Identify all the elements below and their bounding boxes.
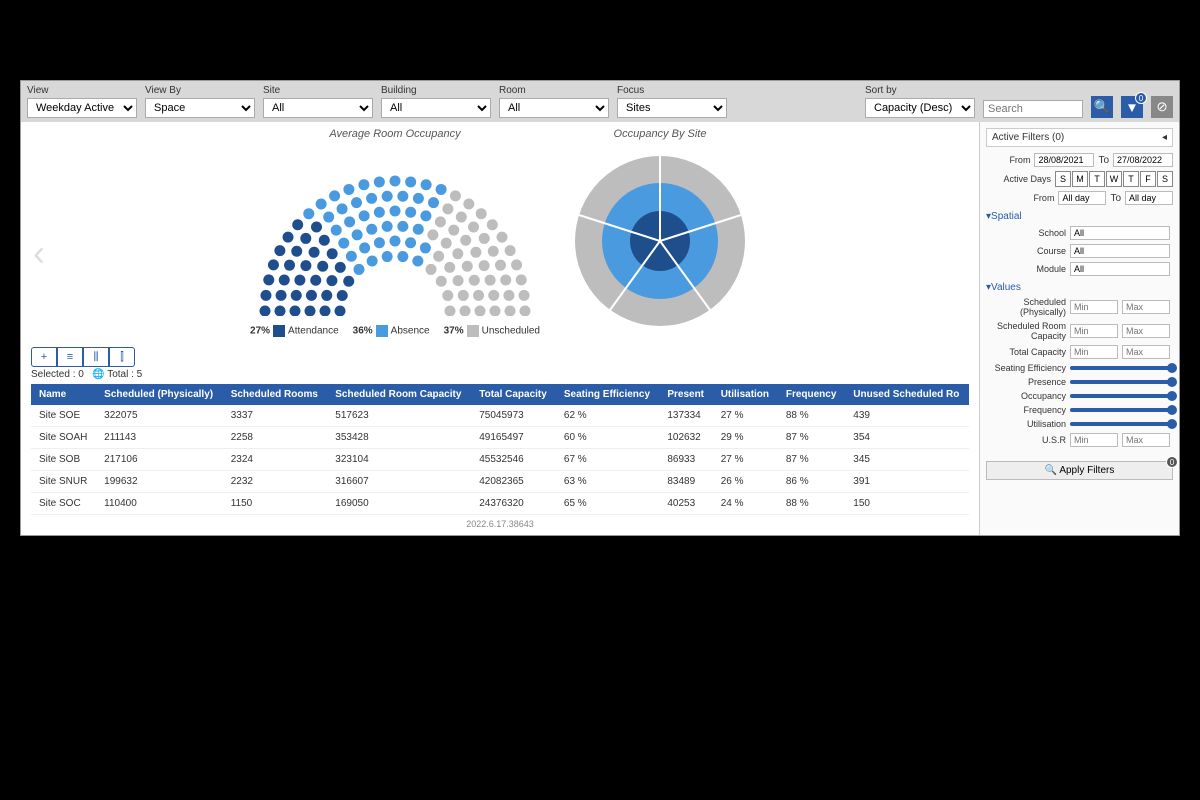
add-view-button[interactable]: + [31, 347, 57, 367]
table-header[interactable]: Utilisation [713, 384, 778, 405]
prev-arrow[interactable]: ‹ [33, 232, 45, 274]
range-slider[interactable] [1070, 380, 1173, 384]
room-label: Room [499, 85, 609, 96]
day-button[interactable]: S [1055, 171, 1071, 187]
site-select[interactable]: All [263, 98, 373, 118]
table-row[interactable]: Site SNUR19963222323166074208236563 %834… [31, 471, 969, 493]
max-input[interactable] [1122, 300, 1170, 314]
spatial-section[interactable]: ▾Spatial [986, 211, 1173, 222]
table-header[interactable]: Present [659, 384, 712, 405]
table-row[interactable]: Site SOAH21114322583534284916549760 %102… [31, 427, 969, 449]
max-input[interactable] [1122, 324, 1170, 338]
day-button[interactable]: W [1106, 171, 1122, 187]
chart-view-button[interactable]: ⫿ [109, 347, 135, 367]
avg-occupancy-chart: Average Room Occupancy 27%Attendance36%A… [245, 128, 545, 339]
table-header[interactable]: Name [31, 384, 96, 405]
chart1-legend: 27%Attendance36%Absence37%Unscheduled [245, 325, 545, 337]
view-select[interactable]: Weekday Active Hours [27, 98, 137, 118]
chevron-left-icon: ◂ [1162, 132, 1167, 143]
sortby-label: Sort by [865, 85, 975, 96]
filter-button[interactable]: ▼0 [1121, 96, 1143, 118]
search-input[interactable] [983, 100, 1083, 118]
focus-label: Focus [617, 85, 727, 96]
range-slider[interactable] [1070, 422, 1173, 426]
room-select[interactable]: All [499, 98, 609, 118]
sunburst-chart-svg [565, 146, 755, 336]
search-button[interactable]: 🔍 [1091, 96, 1113, 118]
school-input[interactable] [1070, 226, 1170, 240]
min-input[interactable] [1070, 345, 1118, 359]
day-buttons: SMTWTFS [1055, 171, 1173, 187]
table-header[interactable]: Scheduled Room Capacity [327, 384, 471, 405]
date-from-input[interactable] [1034, 153, 1094, 167]
filter-sidebar: Active Filters (0)◂ FromTo Active DaysSM… [979, 122, 1179, 535]
table-row[interactable]: Site SOC11040011501690502437632065 %4025… [31, 493, 969, 515]
chart1-title: Average Room Occupancy [245, 128, 545, 140]
range-slider[interactable] [1070, 408, 1173, 412]
reset-icon: ⊘ [1156, 99, 1167, 115]
course-input[interactable] [1070, 244, 1170, 258]
max-input[interactable] [1122, 433, 1170, 447]
chart2-title: Occupancy By Site [565, 128, 755, 140]
module-input[interactable] [1070, 262, 1170, 276]
active-filters-toggle[interactable]: Active Filters (0)◂ [986, 128, 1173, 147]
table-row[interactable]: Site SOE32207533375176237504597362 %1373… [31, 405, 969, 427]
table-header[interactable]: Scheduled (Physically) [96, 384, 223, 405]
range-slider[interactable] [1070, 394, 1173, 398]
min-input[interactable] [1070, 324, 1118, 338]
apply-badge: 0 [1166, 456, 1178, 468]
reset-button[interactable]: ⊘ [1151, 96, 1173, 118]
table-header[interactable]: Frequency [778, 384, 845, 405]
min-input[interactable] [1070, 433, 1118, 447]
sortby-select[interactable]: Capacity (Desc) [865, 98, 975, 118]
top-filter-bar: View Weekday Active Hours View By Space Si… [21, 81, 1179, 122]
table-row[interactable]: Site SOB21710623243231044553254667 %8693… [31, 449, 969, 471]
day-button[interactable]: M [1072, 171, 1088, 187]
table-header-row: NameScheduled (Physically)Scheduled Room… [31, 384, 969, 405]
time-to-input[interactable] [1125, 191, 1173, 205]
table-header[interactable]: Total Capacity [471, 384, 556, 405]
values-section[interactable]: ▾Values [986, 282, 1173, 293]
building-label: Building [381, 85, 491, 96]
range-slider[interactable] [1070, 366, 1173, 370]
viewby-label: View By [145, 85, 255, 96]
main-content: ‹ Average Room Occupancy 27%Attendance36… [21, 122, 979, 535]
occupancy-by-site-chart: Occupancy By Site [565, 128, 755, 339]
max-input[interactable] [1122, 345, 1170, 359]
apply-filters-button[interactable]: 🔍 Apply Filters0 [986, 461, 1173, 480]
building-select[interactable]: All [381, 98, 491, 118]
focus-select[interactable]: Sites [617, 98, 727, 118]
list-view-button[interactable]: ≡ [57, 347, 83, 367]
day-button[interactable]: S [1157, 171, 1173, 187]
table-header[interactable]: Seating Efficiency [556, 384, 659, 405]
version-text: 2022.6.17.38643 [31, 519, 969, 529]
app-window: View Weekday Active Hours View By Space Si… [20, 80, 1180, 536]
time-from-input[interactable] [1058, 191, 1106, 205]
day-button[interactable]: T [1123, 171, 1139, 187]
table-header[interactable]: Scheduled Rooms [223, 384, 328, 405]
search-icon: 🔍 [1094, 99, 1111, 115]
selection-info: Selected : 0 🌐 Total : 5 [31, 369, 969, 380]
date-to-input[interactable] [1113, 153, 1173, 167]
parliament-chart-svg [245, 146, 545, 316]
min-input[interactable] [1070, 300, 1118, 314]
view-mode-toolbar: + ≡ ⫼ ⫿ [31, 347, 969, 367]
day-button[interactable]: T [1089, 171, 1105, 187]
view-label: View [27, 85, 137, 96]
filter-badge: 0 [1135, 92, 1147, 104]
site-label: Site [263, 85, 373, 96]
sites-table: NameScheduled (Physically)Scheduled Room… [31, 384, 969, 515]
day-button[interactable]: F [1140, 171, 1156, 187]
column-view-button[interactable]: ⫼ [83, 347, 109, 367]
table-body: Site SOE32207533375176237504597362 %1373… [31, 405, 969, 515]
table-header[interactable]: Unused Scheduled Ro [845, 384, 969, 405]
viewby-select[interactable]: Space [145, 98, 255, 118]
